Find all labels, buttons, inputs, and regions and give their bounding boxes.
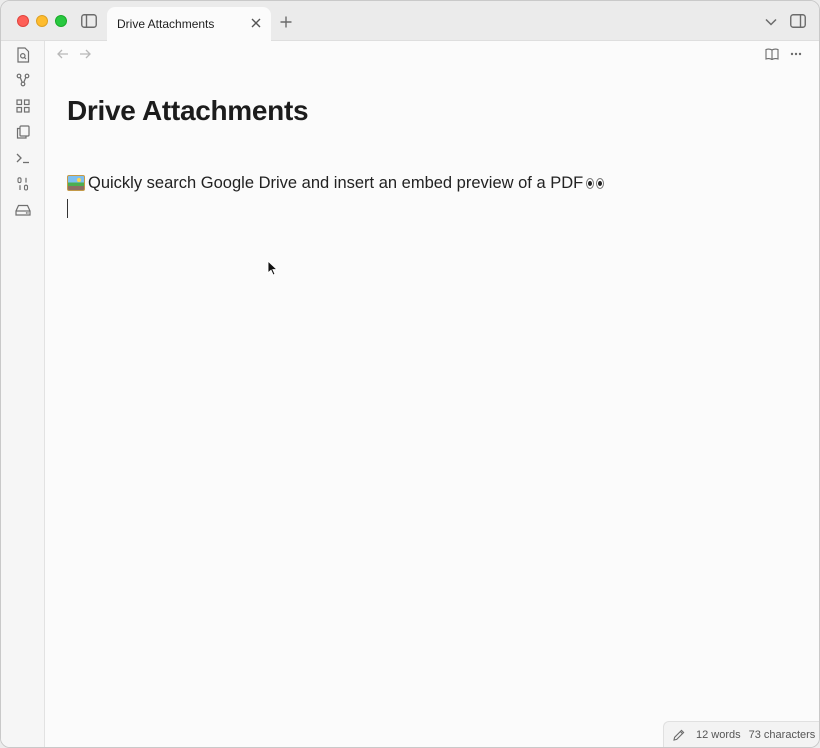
close-window-button[interactable]	[17, 15, 29, 27]
mouse-pointer-icon	[267, 260, 279, 276]
left-ribbon	[1, 41, 45, 747]
eyes-icon	[586, 177, 605, 189]
tab-drive-attachments[interactable]: Drive Attachments	[107, 7, 271, 41]
arrow-right-icon[interactable]	[76, 45, 94, 63]
right-sidebar-icon[interactable]	[789, 13, 807, 29]
search-file-icon[interactable]	[13, 45, 33, 65]
arrow-left-icon[interactable]	[54, 45, 72, 63]
chevron-down-icon[interactable]	[763, 14, 779, 30]
framed-picture-icon	[67, 175, 85, 191]
plus-icon[interactable]	[277, 13, 295, 31]
sidebar-toggle-icon[interactable]	[80, 13, 98, 29]
copy-icon[interactable]	[13, 122, 33, 142]
text-cursor	[67, 199, 68, 218]
drive-icon[interactable]	[13, 200, 33, 220]
note-editor[interactable]: Drive Attachments Quickly search Google …	[67, 91, 787, 218]
note-title[interactable]: Drive Attachments	[67, 91, 787, 131]
grid-icon[interactable]	[13, 96, 33, 116]
book-open-icon[interactable]	[762, 45, 782, 63]
minimize-window-button[interactable]	[36, 15, 48, 27]
note-paragraph-text: Quickly search Google Drive and insert a…	[88, 174, 584, 192]
pencil-icon[interactable]	[672, 728, 686, 742]
title-bar: Drive Attachments	[1, 1, 819, 41]
terminal-icon[interactable]	[13, 148, 33, 168]
binary-icon[interactable]	[13, 174, 33, 194]
view-header	[46, 41, 819, 67]
status-bar: 12 words 73 characters	[663, 721, 819, 747]
tab-title: Drive Attachments	[117, 17, 215, 31]
app-window: Drive Attachments Drive Attachments Quic…	[0, 0, 820, 748]
word-count: 12 words	[696, 728, 741, 741]
more-horizontal-icon[interactable]	[786, 45, 806, 63]
zoom-window-button[interactable]	[55, 15, 67, 27]
graph-icon[interactable]	[13, 70, 33, 90]
character-count: 73 characters	[748, 728, 816, 741]
close-icon[interactable]	[249, 16, 263, 30]
note-paragraph[interactable]: Quickly search Google Drive and insert a…	[67, 171, 787, 195]
